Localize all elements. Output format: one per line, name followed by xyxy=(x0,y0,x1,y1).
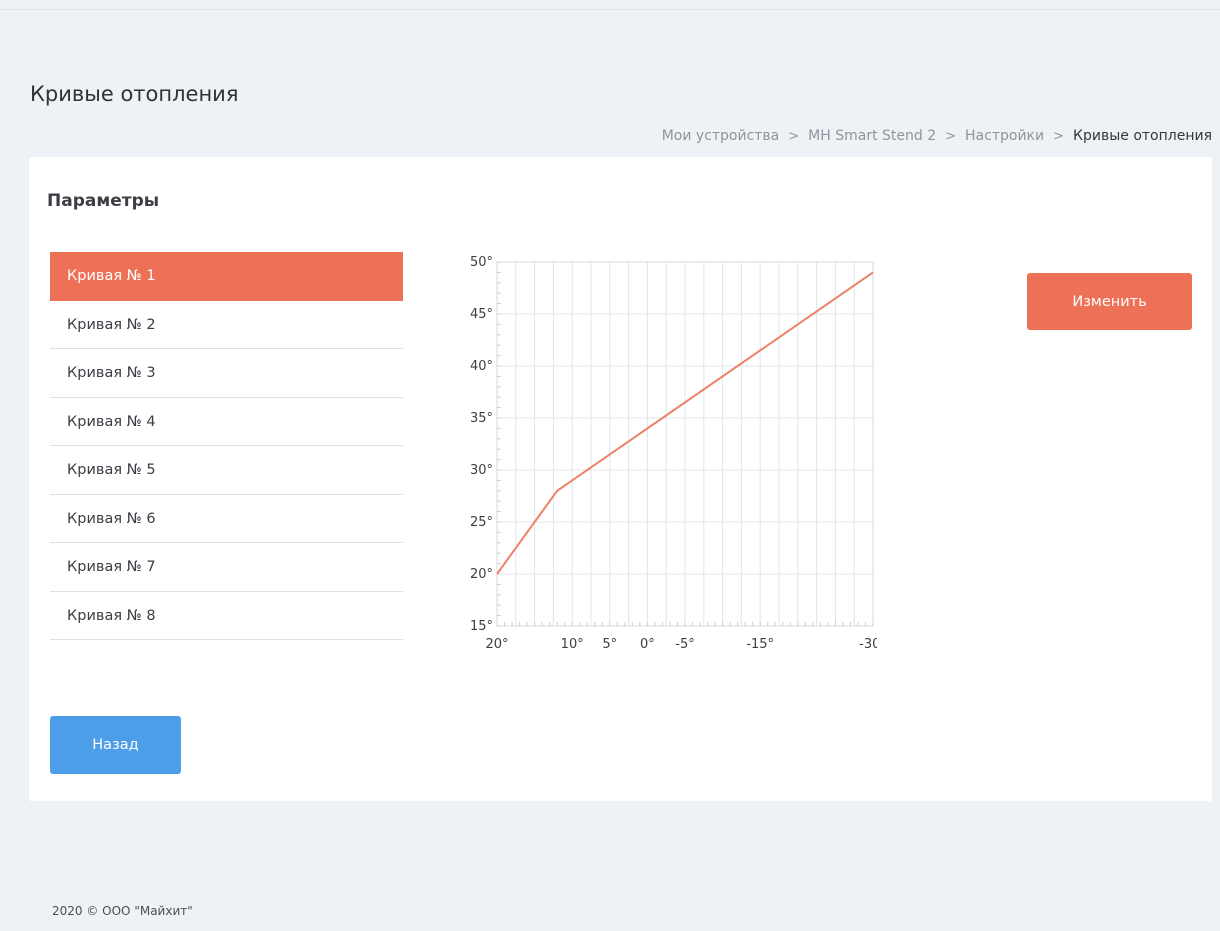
params-card: Параметры Кривая № 1 Кривая № 2 Кривая №… xyxy=(29,157,1212,801)
breadcrumb-my-devices[interactable]: Мои устройства xyxy=(662,128,780,144)
y-tick-label: 25° xyxy=(470,515,493,530)
back-button[interactable]: Назад xyxy=(50,716,181,774)
chart-svg: 15° 20° 25° 30° 35° 40° 45° 50° 20° 10° 5° 0° -5° -15… xyxy=(470,255,887,652)
curve-item-6[interactable]: Кривая № 6 xyxy=(50,495,403,543)
breadcrumb-separator: > xyxy=(1053,129,1065,144)
x-tick-label: 20° xyxy=(485,637,508,652)
curve-item-3[interactable]: Кривая № 3 xyxy=(50,349,403,398)
x-tick-label: 10° xyxy=(561,637,584,652)
breadcrumb-separator: > xyxy=(945,129,957,144)
y-tick-label: 45° xyxy=(470,307,493,322)
x-tick-label: -5° xyxy=(675,637,694,652)
heating-curve-chart: 15° 20° 25° 30° 35° 40° 45° 50° 20° 10° 5° 0° -5° -15… xyxy=(427,245,887,675)
section-title: Параметры xyxy=(47,191,160,211)
curve-item-7[interactable]: Кривая № 7 xyxy=(50,543,403,592)
x-tick-label: 5° xyxy=(602,637,617,652)
breadcrumb-settings[interactable]: Настройки xyxy=(965,128,1044,144)
edit-button[interactable]: Изменить xyxy=(1027,273,1192,330)
curve-item-2[interactable]: Кривая № 2 xyxy=(50,301,403,349)
curve-item-4[interactable]: Кривая № 4 xyxy=(50,398,403,446)
top-divider xyxy=(0,9,1220,10)
y-tick-label: 20° xyxy=(470,567,493,582)
y-tick-label: 30° xyxy=(470,463,493,478)
curve-item-8[interactable]: Кривая № 8 xyxy=(50,592,403,640)
x-tick-label: -15° xyxy=(746,637,774,652)
footer-copyright: 2020 © ООО "Майхит" xyxy=(52,904,193,918)
y-tick-label: 15° xyxy=(470,619,493,634)
page-title: Кривые отопления xyxy=(30,82,239,106)
breadcrumb-device[interactable]: MH Smart Stend 2 xyxy=(808,128,936,144)
y-tick-label: 50° xyxy=(470,255,493,270)
y-tick-label: 35° xyxy=(470,411,493,426)
curve-item-5[interactable]: Кривая № 5 xyxy=(50,446,403,495)
y-tick-label: 40° xyxy=(470,359,493,374)
x-tick-label: -30° xyxy=(859,637,877,652)
curve-item-1[interactable]: Кривая № 1 xyxy=(50,252,403,301)
breadcrumb-current: Кривые отопления xyxy=(1073,128,1212,144)
breadcrumb: Мои устройства > MH Smart Stend 2 > Настройк… xyxy=(662,128,1212,144)
breadcrumb-separator: > xyxy=(788,129,800,144)
x-tick-label: 0° xyxy=(640,637,655,652)
curve-list: Кривая № 1 Кривая № 2 Кривая № 3 Кривая … xyxy=(50,252,403,640)
